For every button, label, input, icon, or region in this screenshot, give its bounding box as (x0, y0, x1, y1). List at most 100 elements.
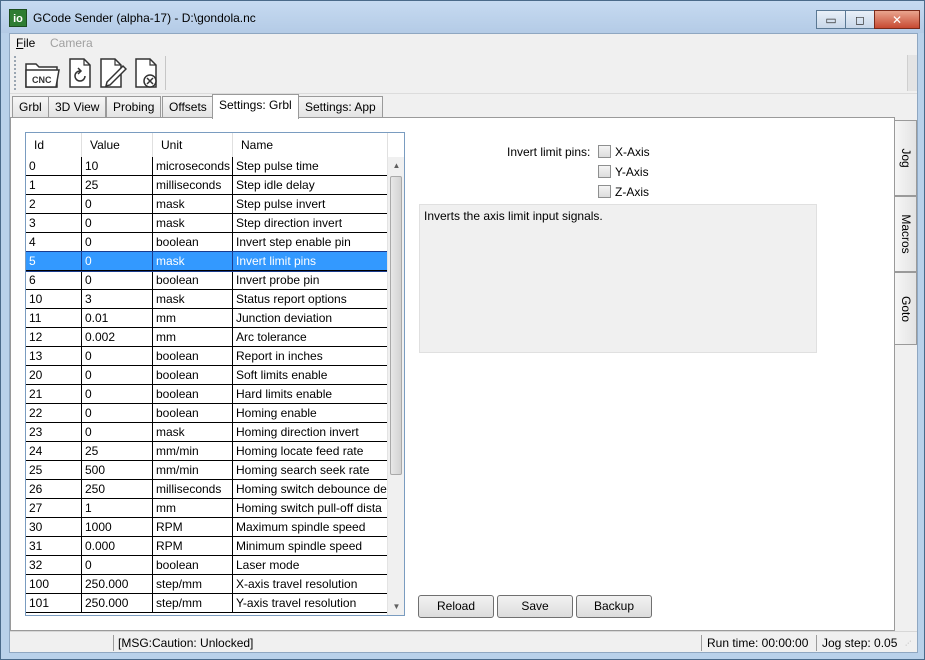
tab-grbl[interactable]: Grbl (12, 96, 49, 118)
cell-unit[interactable]: boolean (153, 404, 233, 422)
cell-name[interactable]: Homing locate feed rate (233, 442, 388, 460)
cell-unit[interactable]: milliseconds (153, 176, 233, 194)
cell-name[interactable]: Hard limits enable (233, 385, 388, 403)
table-row[interactable]: 20 0 boolean Soft limits enable (26, 366, 388, 385)
cell-id[interactable]: 1 (26, 176, 82, 194)
settings-grid[interactable]: Id Value Unit Name 0 10 microseconds Step p… (25, 132, 405, 616)
close-button[interactable]: ✕ (874, 10, 920, 29)
backup-settings-button[interactable]: Backup (576, 595, 652, 618)
tab-settings-app[interactable]: Settings: App (298, 96, 383, 118)
header-value[interactable]: Value (82, 133, 153, 157)
cell-value[interactable]: 0 (82, 423, 153, 441)
cell-unit[interactable]: mm/min (153, 461, 233, 479)
cell-value[interactable]: 0 (82, 252, 153, 270)
cell-unit[interactable]: boolean (153, 385, 233, 403)
cell-value[interactable]: 0.01 (82, 309, 153, 327)
cell-unit[interactable]: mask (153, 423, 233, 441)
table-row[interactable]: 3 0 mask Step direction invert (26, 214, 388, 233)
cell-id[interactable]: 24 (26, 442, 82, 460)
cell-unit[interactable]: mm (153, 328, 233, 346)
reload-button[interactable] (64, 55, 96, 91)
cell-name[interactable]: Step pulse time (233, 157, 388, 175)
table-row[interactable]: 24 25 mm/min Homing locate feed rate (26, 442, 388, 461)
cell-name[interactable]: Minimum spindle speed (233, 537, 388, 555)
z-axis-checkbox[interactable] (598, 185, 611, 198)
cell-unit[interactable]: mask (153, 252, 233, 270)
y-axis-checkbox[interactable] (598, 165, 611, 178)
cell-name[interactable]: Report in inches (233, 347, 388, 365)
cell-unit[interactable]: boolean (153, 233, 233, 251)
minimize-button[interactable]: ▭ (816, 10, 846, 29)
cell-id[interactable]: 101 (26, 594, 82, 612)
cell-id[interactable]: 25 (26, 461, 82, 479)
cell-id[interactable]: 26 (26, 480, 82, 498)
cell-id[interactable]: 12 (26, 328, 82, 346)
cell-id[interactable]: 13 (26, 347, 82, 365)
cell-value[interactable]: 500 (82, 461, 153, 479)
cell-name[interactable]: Invert probe pin (233, 271, 388, 289)
cell-value[interactable]: 0 (82, 556, 153, 574)
cell-id[interactable]: 2 (26, 195, 82, 213)
cell-unit[interactable]: RPM (153, 537, 233, 555)
cell-name[interactable]: Homing switch debounce de (233, 480, 388, 498)
cell-value[interactable]: 250.000 (82, 575, 153, 593)
table-row[interactable]: 31 0.000 RPM Minimum spindle speed (26, 537, 388, 556)
cell-id[interactable]: 3 (26, 214, 82, 232)
menu-camera[interactable]: Camera (50, 36, 93, 50)
scroll-up-icon[interactable]: ▲ (388, 157, 404, 174)
cell-id[interactable]: 27 (26, 499, 82, 517)
cell-id[interactable]: 6 (26, 271, 82, 289)
cell-value[interactable]: 0 (82, 347, 153, 365)
cell-id[interactable]: 20 (26, 366, 82, 384)
menu-file[interactable]: File (16, 36, 35, 50)
table-row[interactable]: 100 250.000 step/mm X-axis travel resolutio… (26, 575, 388, 594)
cell-name[interactable]: Invert limit pins (233, 252, 388, 270)
side-tab-jog[interactable]: Jog (895, 120, 917, 196)
tab-offsets[interactable]: Offsets (162, 96, 214, 118)
resize-grip-icon[interactable]: ⋰ (905, 640, 915, 650)
table-row[interactable]: 25 500 mm/min Homing search seek rate (26, 461, 388, 480)
cell-unit[interactable]: boolean (153, 556, 233, 574)
cell-name[interactable]: Y-axis travel resolution (233, 594, 388, 612)
x-axis-checkbox[interactable] (598, 145, 611, 158)
cell-value[interactable]: 3 (82, 290, 153, 308)
cell-unit[interactable]: mm (153, 499, 233, 517)
cell-unit[interactable]: mm (153, 309, 233, 327)
cell-value[interactable]: 0 (82, 271, 153, 289)
header-name[interactable]: Name (233, 133, 388, 157)
side-tab-goto[interactable]: Goto (895, 272, 917, 345)
table-row[interactable]: 13 0 boolean Report in inches (26, 347, 388, 366)
cell-name[interactable]: Laser mode (233, 556, 388, 574)
cell-id[interactable]: 100 (26, 575, 82, 593)
table-row[interactable]: 6 0 boolean Invert probe pin (26, 271, 388, 290)
cell-unit[interactable]: mask (153, 290, 233, 308)
table-row[interactable]: 22 0 boolean Homing enable (26, 404, 388, 423)
reload-settings-button[interactable]: Reload (418, 595, 494, 618)
cell-unit[interactable]: step/mm (153, 594, 233, 612)
cell-unit[interactable]: mask (153, 214, 233, 232)
table-row[interactable]: 2 0 mask Step pulse invert (26, 195, 388, 214)
cell-name[interactable]: Status report options (233, 290, 388, 308)
cell-id[interactable]: 4 (26, 233, 82, 251)
open-file-button[interactable]: CNC (22, 55, 62, 91)
save-settings-button[interactable]: Save (497, 595, 573, 618)
cell-id[interactable]: 11 (26, 309, 82, 327)
cell-value[interactable]: 1000 (82, 518, 153, 536)
cell-id[interactable]: 31 (26, 537, 82, 555)
title-bar[interactable]: io GCode Sender (alpha-17) - D:\gondola.… (1, 1, 924, 33)
cell-name[interactable]: Soft limits enable (233, 366, 388, 384)
cell-unit[interactable]: mask (153, 195, 233, 213)
table-row[interactable]: 10 3 mask Status report options (26, 290, 388, 309)
cell-value[interactable]: 0.002 (82, 328, 153, 346)
tab-settings-grbl[interactable]: Settings: Grbl (212, 94, 299, 119)
cell-name[interactable]: Step pulse invert (233, 195, 388, 213)
cell-name[interactable]: Step direction invert (233, 214, 388, 232)
cell-value[interactable]: 0 (82, 195, 153, 213)
edit-button[interactable] (96, 55, 128, 91)
side-tab-macros[interactable]: Macros (895, 196, 917, 272)
cell-value[interactable]: 25 (82, 442, 153, 460)
table-row[interactable]: 12 0.002 mm Arc tolerance (26, 328, 388, 347)
cell-name[interactable]: Maximum spindle speed (233, 518, 388, 536)
table-row[interactable]: 5 0 mask Invert limit pins (26, 251, 389, 272)
cell-unit[interactable]: milliseconds (153, 480, 233, 498)
